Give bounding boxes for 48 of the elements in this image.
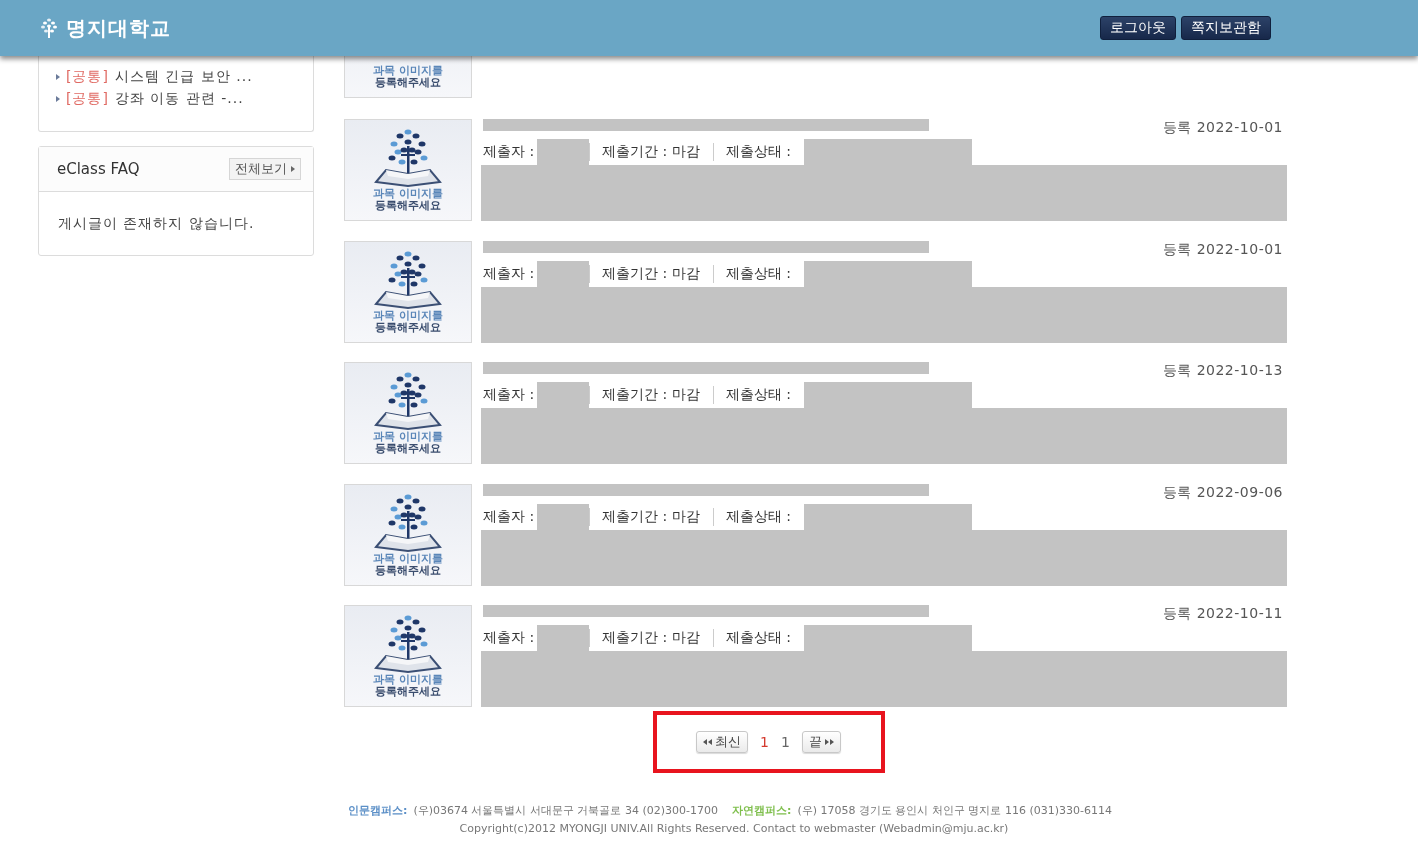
view-all-button[interactable]: 전체보기 xyxy=(229,158,301,180)
last-page-button[interactable]: 끝 xyxy=(801,730,841,753)
notice-link[interactable]: [공통] 시스템 긴급 보안 ... xyxy=(56,66,313,88)
registered-date: 등록 2022-10-13 xyxy=(1162,362,1284,380)
thumbnail-caption: 등록해주세요 xyxy=(374,200,442,212)
campus-address: (우) 17058 경기도 용인시 처인구 명지로 116 (031)330-6114 xyxy=(797,802,1112,818)
double-right-arrow-icon xyxy=(824,738,834,745)
notice-title[interactable]: 시스템 긴급 보안 ... xyxy=(114,68,253,86)
registered-date: 등록 2022-10-11 xyxy=(1162,605,1284,623)
notice-tag: [공통] xyxy=(66,68,109,86)
campus-label: 인문캠퍼스: xyxy=(348,802,408,818)
thumbnail-caption: 등록해주세요 xyxy=(374,443,442,455)
first-page-button[interactable]: 최신 xyxy=(696,730,749,753)
thumbnail-caption: 과목 이미지를 xyxy=(373,65,443,77)
notice-title[interactable]: 강좌 이동 관련 -... xyxy=(114,90,244,108)
period-text: 제출기간 : 마감 xyxy=(589,264,703,283)
page-number[interactable]: 1 xyxy=(760,733,769,750)
period-text: 제출기간 : 마감 xyxy=(589,386,703,404)
notice-link[interactable]: [공통] 강좌 이동 관련 -... xyxy=(56,88,313,110)
period-text: 제출기간 : 마감 xyxy=(589,629,703,647)
copyright-text: Copyright(c)2012 MYONGJI UNIV.All Rights Reserved. Contact to webmaster (Webadmin@mju.ac.kr) xyxy=(459,821,1009,835)
registered-date: 등록 2022-10-01 xyxy=(1162,240,1284,259)
empty-message: 게시글이 존재하지 않습니다. xyxy=(58,215,255,231)
bullet-icon xyxy=(56,74,60,80)
tree-logo-icon xyxy=(38,17,60,39)
campus-label: 자연캠퍼스: xyxy=(732,802,792,818)
registered-date: 등록 2022-09-06 xyxy=(1162,483,1284,502)
thumbnail-caption: 과목 이미지를 xyxy=(373,674,443,686)
page-number[interactable]: 1 xyxy=(781,733,790,750)
registered-date: 등록 2022-10-01 xyxy=(1162,119,1284,137)
thumbnail-caption: 과목 이미지를 xyxy=(373,309,443,322)
header-button[interactable]: 로그아웃 xyxy=(1100,16,1176,40)
bullet-icon xyxy=(56,96,60,102)
panel-title: eClass FAQ xyxy=(57,160,140,178)
double-left-arrow-icon xyxy=(703,738,713,745)
header-button[interactable]: 쪽지보관함 xyxy=(1181,16,1271,40)
thumbnail-caption: 과목 이미지를 xyxy=(373,552,443,565)
thumbnail-caption: 등록해주세요 xyxy=(375,321,441,334)
period-text: 제출기간 : 마감 xyxy=(589,507,703,526)
period-text: 제출기간 : 마감 xyxy=(589,143,703,161)
thumbnail-caption: 등록해주세요 xyxy=(374,686,442,698)
campus-address: (우)03674 서울특별시 서대문구 거북골로 34 (02)300-1700 xyxy=(413,802,718,818)
thumbnail-caption: 과목 이미지를 xyxy=(373,188,443,200)
thumbnail-caption: 등록해주세요 xyxy=(375,564,441,577)
thumbnail-caption: 과목 이미지를 xyxy=(373,431,443,443)
notice-tag: [공통] xyxy=(66,90,109,108)
caret-icon xyxy=(291,166,295,172)
thumbnail-caption: 등록해주세요 xyxy=(374,77,442,89)
